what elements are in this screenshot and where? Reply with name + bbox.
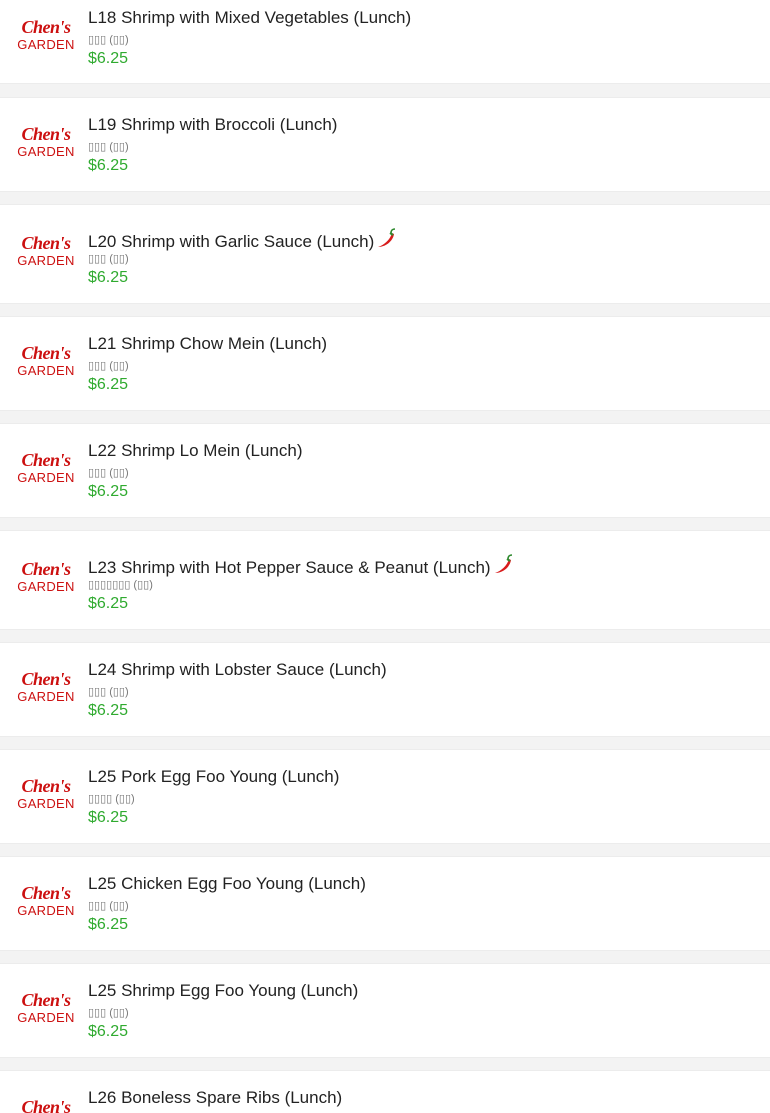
menu-item-price: $6.25	[88, 157, 129, 174]
menu-item-name: L22 Shrimp Lo Mein (Lunch)	[88, 441, 303, 461]
restaurant-logo: Chen'sGARDEN	[21, 1097, 71, 1113]
menu-item-list: Chen's GARDEN L18 Shrimp with Mixed Vegeta…	[0, 0, 770, 1113]
restaurant-logo: Chen'sGARDEN	[17, 343, 75, 378]
menu-item-name-text: L20 Shrimp with Garlic Sauce (Lunch)	[88, 232, 375, 251]
menu-item-price: $6.25	[88, 50, 129, 67]
menu-item-name: L18 Shrimp with Mixed Vegetables (Lunch)	[88, 8, 411, 28]
menu-item-chinese-name: ▯▯▯ (▯▯)	[88, 360, 129, 372]
menu-item-name: L25 Chicken Egg Foo Young (Lunch)	[88, 874, 366, 894]
menu-item-price: $6.25	[88, 483, 129, 500]
menu-item-name-text: L22 Shrimp Lo Mein (Lunch)	[88, 441, 303, 460]
menu-item-chinese-name: ▯▯▯▯ (▯▯)	[88, 793, 135, 805]
menu-item[interactable]: Chen'sGARDEN L26 Boneless Spare Ribs (Lun…	[0, 1070, 770, 1113]
menu-item[interactable]: Chen's GARDEN L21 Shrimp Chow Mein (Lunch)…	[0, 316, 770, 411]
menu-item-chinese-name: ▯▯▯ (▯▯)	[88, 141, 129, 153]
menu-item-chinese-name: ▯▯▯ (▯▯)	[88, 1007, 129, 1019]
chili-pepper-icon	[375, 227, 397, 249]
menu-item[interactable]: Chen's GARDEN L25 Pork Egg Foo Young (Lunc…	[0, 749, 770, 844]
menu-item-chinese-name: ▯▯▯ (▯▯)	[88, 900, 129, 912]
menu-item-chinese-name: ▯▯▯ (▯▯)	[88, 253, 129, 265]
menu-item-name: L24 Shrimp with Lobster Sauce (Lunch)	[88, 660, 387, 680]
menu-item-name-text: L25 Shrimp Egg Foo Young (Lunch)	[88, 981, 359, 1000]
menu-item-name: L21 Shrimp Chow Mein (Lunch)	[88, 334, 327, 354]
menu-item-name-text: L25 Chicken Egg Foo Young (Lunch)	[88, 874, 366, 893]
menu-item[interactable]: Chen's GARDEN L22 Shrimp Lo Mein (Lunch) ▯▯…	[0, 423, 770, 518]
menu-item[interactable]: Chen's GARDEN L19 Shrimp with Broccoli (Lu…	[0, 97, 770, 192]
restaurant-logo: Chen'sGARDEN	[17, 883, 75, 918]
menu-item-price: $6.25	[88, 376, 129, 393]
menu-item[interactable]: Chen's GARDEN L25 Shrimp Egg Foo Young (Lu…	[0, 963, 770, 1058]
menu-item-name: L20 Shrimp with Garlic Sauce (Lunch)	[88, 227, 397, 252]
menu-item-name-text: L23 Shrimp with Hot Pepper Sauce & Peanu…	[88, 558, 491, 577]
menu-item[interactable]: Chen's GARDEN L20 Shrimp with Garlic Sauce…	[0, 204, 770, 304]
menu-item-name: L25 Shrimp Egg Foo Young (Lunch)	[88, 981, 358, 1001]
menu-item[interactable]: Chen's GARDEN L18 Shrimp with Mixed Vegeta…	[0, 0, 770, 84]
restaurant-logo: Chen'sGARDEN	[17, 776, 75, 811]
menu-item-name-text: L18 Shrimp with Mixed Vegetables (Lunch)	[88, 8, 412, 27]
menu-item-name-text: L25 Pork Egg Foo Young (Lunch)	[88, 767, 340, 786]
menu-item-price: $6.25	[88, 595, 129, 612]
chili-pepper-icon	[492, 553, 514, 575]
menu-item[interactable]: Chen's GARDEN L23 Shrimp with Hot Pepper S…	[0, 530, 770, 630]
restaurant-logo: Chen'sGARDEN	[17, 17, 75, 52]
restaurant-logo: Chen'sGARDEN	[17, 669, 75, 704]
menu-item-chinese-name: ▯▯▯ (▯▯)	[88, 34, 129, 46]
menu-item-name: L25 Pork Egg Foo Young (Lunch)	[88, 767, 339, 787]
restaurant-logo: Chen'sGARDEN	[17, 233, 75, 268]
menu-item-price: $6.25	[88, 916, 129, 933]
menu-item-name-text: L21 Shrimp Chow Mein (Lunch)	[88, 334, 328, 353]
menu-item-chinese-name: ▯▯▯ (▯▯)	[88, 467, 129, 479]
menu-item-name: L23 Shrimp with Hot Pepper Sauce & Peanu…	[88, 553, 514, 578]
menu-item-name: L26 Boneless Spare Ribs (Lunch)	[88, 1088, 342, 1108]
menu-item[interactable]: Chen's GARDEN L25 Chicken Egg Foo Young (L…	[0, 856, 770, 951]
menu-item[interactable]: Chen's GARDEN L24 Shrimp with Lobster Sauc…	[0, 642, 770, 737]
menu-item-price: $6.25	[88, 269, 129, 286]
restaurant-logo: Chen'sGARDEN	[17, 990, 75, 1025]
menu-item-name: L19 Shrimp with Broccoli (Lunch)	[88, 115, 337, 135]
restaurant-logo: Chen'sGARDEN	[17, 450, 75, 485]
menu-item-name-text: L26 Boneless Spare Ribs (Lunch)	[88, 1088, 343, 1107]
menu-item-price: $6.25	[88, 702, 129, 719]
restaurant-logo: Chen'sGARDEN	[17, 559, 75, 594]
menu-item-price: $6.25	[88, 809, 129, 826]
restaurant-logo: Chen'sGARDEN	[17, 124, 75, 159]
menu-item-name-text: L19 Shrimp with Broccoli (Lunch)	[88, 115, 338, 134]
menu-item-price: $6.25	[88, 1023, 129, 1040]
menu-item-chinese-name: ▯▯▯▯▯▯▯ (▯▯)	[88, 579, 153, 591]
menu-item-chinese-name: ▯▯▯ (▯▯)	[88, 686, 129, 698]
menu-item-name-text: L24 Shrimp with Lobster Sauce (Lunch)	[88, 660, 387, 679]
